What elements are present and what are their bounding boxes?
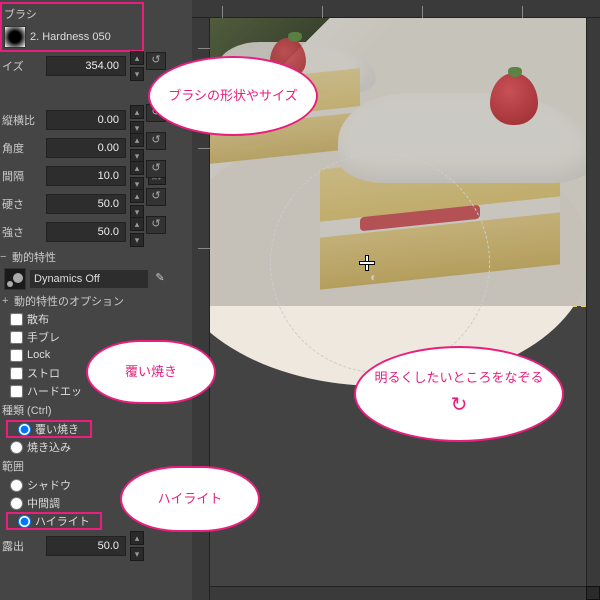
type-dodge-radio[interactable]: 覆い焼き bbox=[6, 420, 92, 438]
range-midtones-label: 中間調 bbox=[27, 495, 60, 511]
scatter-label: 散布 bbox=[27, 311, 49, 327]
dodge-tool-cursor-icon: ◐ bbox=[370, 270, 377, 284]
arrow-down-icon[interactable]: ▾ bbox=[130, 233, 144, 247]
force-reset-icon[interactable]: ↺ bbox=[146, 216, 166, 234]
arrow-up-icon[interactable]: ▴ bbox=[130, 51, 144, 65]
scrollbar-horizontal[interactable] bbox=[210, 586, 586, 600]
callout-trace: 明るくしたいところをなぞる ↻ bbox=[354, 346, 564, 442]
brush-cursor-outline bbox=[270, 153, 490, 373]
brush-thumb-icon bbox=[4, 26, 26, 48]
hardness-input[interactable]: 50.0 bbox=[46, 194, 126, 214]
brush-name: 2. Hardness 050 bbox=[30, 31, 140, 43]
pencil-icon[interactable]: ✎ bbox=[152, 271, 168, 287]
stroke-label: ストロ bbox=[27, 365, 60, 381]
dynamics-selector[interactable]: Dynamics Off ✎ bbox=[0, 266, 172, 292]
force-label: 強さ bbox=[0, 224, 42, 240]
arrow-up-icon[interactable]: ▴ bbox=[130, 217, 144, 231]
brush-section-highlight: ブラシ 2. Hardness 050 bbox=[0, 2, 144, 52]
exposure-input[interactable]: 50.0 bbox=[46, 536, 126, 556]
exposure-row: 露出 50.0 ▴ ▾ bbox=[0, 534, 172, 558]
dynamics-heading[interactable]: 動的特性 bbox=[0, 248, 172, 266]
hardedge-label: ハードエッ bbox=[27, 383, 82, 399]
crosshair-cursor-icon bbox=[360, 256, 374, 270]
lock-label: Lock bbox=[27, 349, 50, 361]
size-label: イズ bbox=[0, 58, 42, 74]
spacing-input[interactable]: 10.0 bbox=[46, 166, 126, 186]
callout-highlights: ハイライト bbox=[120, 466, 260, 532]
brush-selector[interactable]: 2. Hardness 050 bbox=[2, 24, 142, 50]
arrow-down-icon[interactable]: ▾ bbox=[130, 67, 144, 81]
arrow-up-icon[interactable]: ▴ bbox=[130, 133, 144, 147]
callout-brush-shape-text: ブラシの形状やサイズ bbox=[168, 87, 297, 105]
callout-dodge-text: 覆い焼き bbox=[125, 363, 177, 381]
scatter-checkbox[interactable]: 散布 bbox=[0, 310, 172, 328]
range-highlights-radio[interactable]: ハイライト bbox=[6, 512, 102, 530]
callout-highlights-text: ハイライト bbox=[158, 490, 223, 508]
brush-heading: ブラシ bbox=[2, 4, 142, 24]
arrow-up-icon[interactable]: ▴ bbox=[130, 161, 144, 175]
type-dodge-label: 覆い焼き bbox=[35, 421, 79, 437]
callout-brush-shape: ブラシの形状やサイズ bbox=[148, 56, 318, 136]
size-input[interactable]: 354.00 bbox=[46, 56, 126, 76]
dynamics-thumb-icon bbox=[4, 268, 26, 290]
range-shadows-label: シャドウ bbox=[27, 477, 71, 493]
arrow-down-icon[interactable]: ▾ bbox=[130, 547, 144, 561]
aspect-label: 縦横比 bbox=[0, 112, 42, 128]
scrollbar-vertical[interactable] bbox=[586, 18, 600, 586]
dynamics-options-heading[interactable]: 動的特性のオプション bbox=[0, 292, 172, 310]
ruler-horizontal bbox=[192, 0, 600, 18]
hardness-label: 硬さ bbox=[0, 196, 42, 212]
range-highlights-label: ハイライト bbox=[35, 513, 90, 529]
size-reset-icon[interactable]: ↺ bbox=[146, 52, 166, 70]
arrow-up-icon[interactable]: ▴ bbox=[130, 531, 144, 545]
arrow-up-icon[interactable]: ▴ bbox=[130, 105, 144, 119]
refresh-icon: ↻ bbox=[451, 391, 468, 419]
spacing-reset-icon[interactable]: ↺ bbox=[146, 160, 166, 178]
type-burn-label: 焼き込み bbox=[27, 439, 71, 455]
dynamics-value: Dynamics Off bbox=[30, 270, 148, 288]
canvas-navigator-icon[interactable] bbox=[586, 586, 600, 600]
arrow-up-icon[interactable]: ▴ bbox=[130, 189, 144, 203]
hardness-reset-icon[interactable]: ↺ bbox=[146, 188, 166, 206]
callout-dodge: 覆い焼き bbox=[86, 340, 216, 404]
spacing-label: 間隔 bbox=[0, 168, 42, 184]
angle-reset-icon[interactable]: ↺ bbox=[146, 132, 166, 150]
angle-label: 角度 bbox=[0, 140, 42, 156]
force-input[interactable]: 50.0 bbox=[46, 222, 126, 242]
callout-trace-text: 明るくしたいところをなぞる bbox=[374, 369, 543, 387]
angle-input[interactable]: 0.00 bbox=[46, 138, 126, 158]
aspect-input[interactable]: 0.00 bbox=[46, 110, 126, 130]
type-burn-radio[interactable]: 焼き込み bbox=[0, 438, 172, 456]
exposure-label: 露出 bbox=[0, 538, 42, 554]
jitter-label: 手ブレ bbox=[27, 329, 60, 345]
